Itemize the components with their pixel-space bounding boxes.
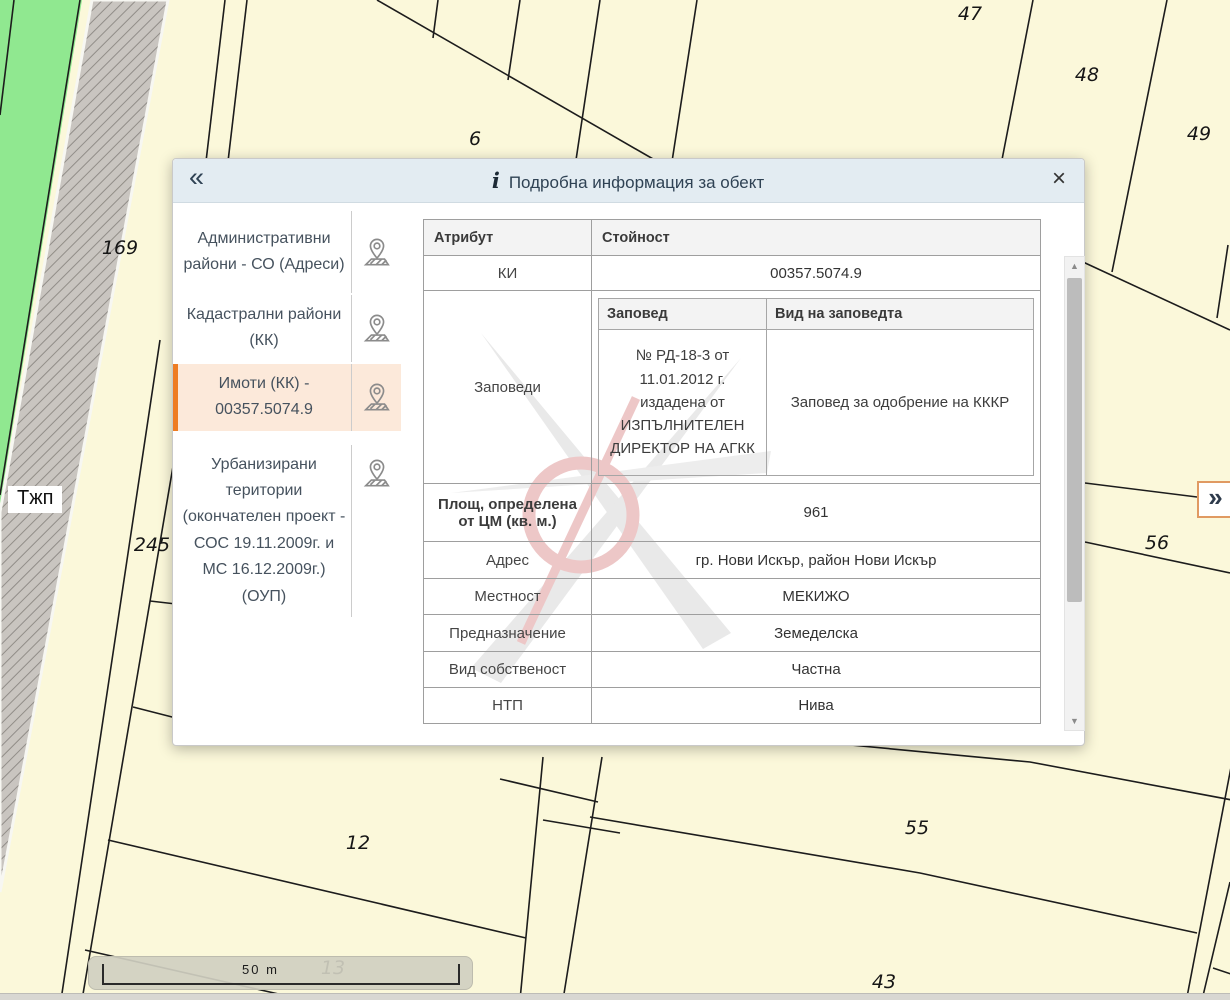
scale-bar-label: 50 m <box>89 962 432 977</box>
parcel-label-6: 6 <box>469 128 481 150</box>
attributes-table: Атрибут Стойност КИ 00357.5074.9 Заповед… <box>423 219 1041 724</box>
attr-address-label: Адрес <box>424 542 592 579</box>
popup-body: Административни райони - СО (Адреси) Кад… <box>173 203 1084 745</box>
sidebar-item-admin-regions[interactable]: Административни райони - СО (Адреси) <box>173 211 401 293</box>
nested-data-row: № РД-18-3 от 11.01.2012 г. издадена от И… <box>599 330 1034 476</box>
attr-zapovedi-value: Заповед Вид на заповедта № РД-18-3 от 11… <box>592 291 1041 484</box>
sidebar-item-cadastral-regions[interactable]: Кадастрални райони (КК) <box>173 295 401 362</box>
parcel-label-47: 47 <box>958 3 982 25</box>
sidebar-item-imoti-selected[interactable]: Имоти (КК) - 00357.5074.9 <box>173 364 401 431</box>
road-label: Тжп <box>17 487 53 509</box>
table-row-purpose: Предназначение Земеделска <box>424 615 1041 652</box>
attr-area-value: 961 <box>592 484 1041 542</box>
scale-bar: 50 m <box>88 956 473 990</box>
map-pin-icon <box>351 295 401 362</box>
sidebar-item-urban-territories[interactable]: Урбанизирани територии (окончателен прое… <box>173 445 401 617</box>
table-row-area: Площ, определена от ЦМ (кв. м.) 961 <box>424 484 1041 542</box>
map-pin-icon <box>351 445 401 617</box>
attr-ownership-label: Вид собственост <box>424 652 592 688</box>
table-row-zapovedi: Заповеди Заповед Вид на заповедта <box>424 291 1041 484</box>
popup-title: i Подробна информация за обект <box>204 168 1052 193</box>
nested-header-row: Заповед Вид на заповедта <box>599 299 1034 330</box>
parcel-label-12: 12 <box>346 832 370 854</box>
parcel-label-169: 169 <box>102 237 138 259</box>
scroll-down-arrow-icon[interactable]: ▼ <box>1065 712 1084 730</box>
sidebar-item-label: Административни райони - СО (Адреси) <box>173 211 351 293</box>
nested-col-kind: Вид на заповедта <box>767 299 1034 330</box>
table-row-ki: КИ 00357.5074.9 <box>424 256 1041 291</box>
col-header-value: Стойност <box>592 220 1041 256</box>
layers-sidebar: Административни райони - СО (Адреси) Кад… <box>173 203 401 745</box>
attr-locality-value: МЕКИЖО <box>592 579 1041 615</box>
popup-header: « i Подробна информация за обект × <box>173 159 1084 203</box>
collapse-panel-icon[interactable]: « <box>173 164 204 197</box>
attr-ki-label: КИ <box>424 256 592 291</box>
attr-ki-value: 00357.5074.9 <box>592 256 1041 291</box>
sidebar-item-label: Урбанизирани територии (окончателен прое… <box>173 445 351 617</box>
order-number-cell: № РД-18-3 от 11.01.2012 г. издадена от И… <box>599 330 767 476</box>
close-icon[interactable]: × <box>1052 167 1084 195</box>
table-scrollbar[interactable]: ▲ ▼ <box>1064 256 1085 731</box>
parcel-label-55: 55 <box>905 817 929 839</box>
parcel-label-56: 56 <box>1145 532 1169 554</box>
orders-nested-table: Заповед Вид на заповедта № РД-18-3 от 11… <box>598 298 1034 476</box>
order-kind-cell: Заповед за одобрение на КККР <box>767 330 1034 476</box>
attr-ntp-label: НТП <box>424 688 592 724</box>
col-header-attribute: Атрибут <box>424 220 592 256</box>
attributes-panel: Атрибут Стойност КИ 00357.5074.9 Заповед… <box>401 203 1084 745</box>
parcel-label-48: 48 <box>1075 64 1099 86</box>
attr-locality-label: Местност <box>424 579 592 615</box>
attr-zapovedi-label: Заповеди <box>424 291 592 484</box>
attr-ownership-value: Частна <box>592 652 1041 688</box>
scroll-up-arrow-icon[interactable]: ▲ <box>1065 257 1084 275</box>
parcel-label-245: 245 <box>134 534 170 556</box>
table-row-address: Адрес гр. Нови Искър, район Нови Искър <box>424 542 1041 579</box>
scrollbar-thumb[interactable] <box>1067 278 1082 602</box>
attr-address-value: гр. Нови Искър, район Нови Искър <box>592 542 1041 579</box>
table-row-ntp: НТП Нива <box>424 688 1041 724</box>
popup-title-text: Подробна информация за обект <box>509 173 764 192</box>
table-row-ownership: Вид собственост Частна <box>424 652 1041 688</box>
attr-purpose-value: Земеделска <box>592 615 1041 652</box>
object-info-popup: « i Подробна информация за обект × Админи… <box>172 158 1085 746</box>
parcel-label-49: 49 <box>1187 123 1211 145</box>
table-header-row: Атрибут Стойност <box>424 220 1041 256</box>
nested-col-order: Заповед <box>599 299 767 330</box>
info-icon: i <box>492 168 500 193</box>
map-pin-icon <box>351 364 401 431</box>
parcel-label-43: 43 <box>872 971 896 993</box>
sidebar-item-label: Имоти (КК) - 00357.5074.9 <box>173 364 351 431</box>
attr-area-label: Площ, определена от ЦМ (кв. м.) <box>424 484 592 542</box>
sidebar-item-label: Кадастрални райони (КК) <box>173 295 351 362</box>
attr-purpose-label: Предназначение <box>424 615 592 652</box>
attr-ntp-value: Нива <box>592 688 1041 724</box>
road-label-box: Тжп <box>8 486 62 513</box>
bottom-edge-strip <box>0 993 1230 1000</box>
map-pin-icon <box>351 211 401 293</box>
expand-panel-button[interactable]: » <box>1197 481 1230 518</box>
table-row-locality: Местност МЕКИЖО <box>424 579 1041 615</box>
